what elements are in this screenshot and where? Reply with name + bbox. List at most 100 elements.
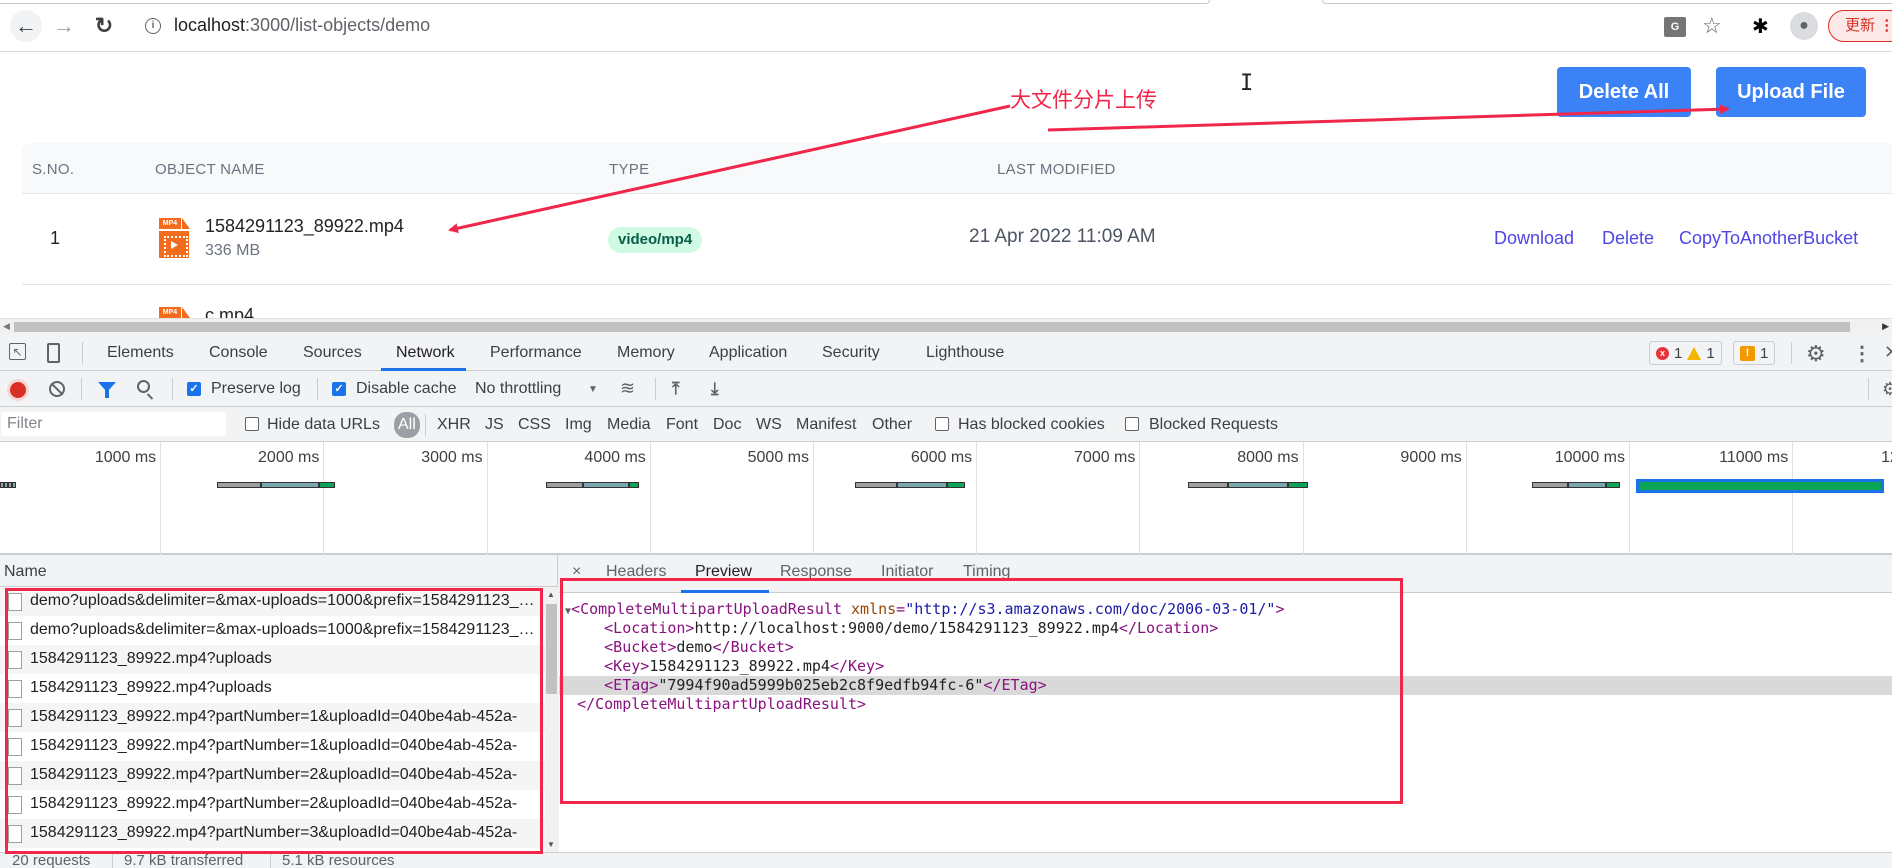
divider xyxy=(270,853,271,868)
chevron-down-icon[interactable]: ▼ xyxy=(588,384,598,395)
type-filter-manifest[interactable]: Manifest xyxy=(796,416,856,434)
object-name: 1584291123_89922.mp4 xyxy=(205,216,404,236)
scroll-right-arrow-icon[interactable]: ▶ xyxy=(1882,321,1889,332)
xml-key: <Key>1584291123_89922.mp4</Key> xyxy=(604,657,885,675)
type-filter-other[interactable]: Other xyxy=(872,416,912,434)
hide-data-urls-checkbox[interactable] xyxy=(245,417,259,431)
tab-application[interactable]: Application xyxy=(709,344,787,362)
request-row[interactable]: 1584291123_89922.mp4?partNumber=2&upload… xyxy=(0,761,545,790)
request-row[interactable]: 1584291123_89922.mp4?uploads xyxy=(0,674,545,703)
tab-lighthouse[interactable]: Lighthouse xyxy=(926,344,1004,362)
tab-network[interactable]: Network xyxy=(396,344,455,362)
translate-icon[interactable]: G xyxy=(1664,17,1686,37)
type-filter-all[interactable]: All xyxy=(394,412,420,438)
network-settings-gear-icon[interactable]: ⚙ xyxy=(1882,379,1892,400)
console-counts-button[interactable]: x1 1 xyxy=(1649,341,1722,365)
profile-avatar-icon[interactable]: ● xyxy=(1790,12,1818,40)
more-options-icon[interactable]: ⋮ xyxy=(1852,341,1872,366)
tab-initiator[interactable]: Initiator xyxy=(881,563,933,581)
download-link[interactable]: Download xyxy=(1494,228,1574,249)
tab-timing[interactable]: Timing xyxy=(963,563,1010,581)
blocked-requests-checkbox[interactable] xyxy=(1125,417,1139,431)
disable-cache-checkbox[interactable]: ✓ xyxy=(332,382,346,396)
scrollbar-thumb[interactable] xyxy=(14,322,1850,332)
timeline-tick-label: 12000 ms xyxy=(1881,449,1892,466)
issues-button[interactable]: ! 1 xyxy=(1733,341,1776,365)
filter-icon[interactable] xyxy=(98,382,116,398)
page-horizontal-scrollbar[interactable]: ◀ ▶ xyxy=(0,318,1892,334)
tab-sources[interactable]: Sources xyxy=(303,344,362,362)
export-har-icon[interactable]: ⤓ xyxy=(711,379,719,399)
request-row[interactable]: 1584291123_89922.mp4?partNumber=1&upload… xyxy=(0,732,545,761)
type-filter-ws[interactable]: WS xyxy=(756,416,782,434)
file-icon-tag: MP4 xyxy=(159,307,181,318)
timeline-gridline xyxy=(649,442,651,555)
close-detail-icon[interactable]: × xyxy=(572,563,581,581)
request-name: 1584291123_89922.mp4?partNumber=2&upload… xyxy=(30,795,518,812)
scroll-down-arrow-icon[interactable]: ▼ xyxy=(547,840,555,849)
type-filter-doc[interactable]: Doc xyxy=(713,416,741,434)
scroll-up-arrow-icon[interactable]: ▲ xyxy=(547,590,555,599)
network-conditions-icon[interactable]: ≋ xyxy=(620,378,635,399)
copy-to-another-bucket-link[interactable]: CopyToAnotherBucket xyxy=(1679,228,1858,249)
divider xyxy=(82,342,83,364)
tab-memory[interactable]: Memory xyxy=(617,344,675,362)
site-info-icon[interactable]: i xyxy=(145,18,161,34)
tab-elements[interactable]: Elements xyxy=(107,344,174,362)
request-row[interactable]: 1584291123_89922.mp4?partNumber=1&upload… xyxy=(0,703,545,732)
network-status-bar: 20 requests 9.7 kB transferred 5.1 kB re… xyxy=(0,852,1892,868)
request-name: 1584291123_89922.mp4?uploads xyxy=(30,679,272,696)
request-list-scrollbar[interactable]: ▲ ▼ xyxy=(545,587,558,852)
timeline-segment-wait xyxy=(855,482,897,488)
delete-all-button[interactable]: Delete All xyxy=(1557,67,1691,117)
settings-gear-icon[interactable]: ⚙ xyxy=(1806,341,1826,367)
xml-etag-value: "7994f90ad5999b025eb2c8f9edfb94fc-6" xyxy=(658,676,984,694)
xml-root-open[interactable]: ▼<CompleteMultipartUploadResult xmlns="h… xyxy=(559,600,1892,619)
tab-preview[interactable]: Preview xyxy=(695,563,752,581)
request-row[interactable]: 1584291123_89922.mp4?partNumber=3&upload… xyxy=(0,819,545,848)
column-header-type: TYPE xyxy=(609,161,650,178)
bookmark-star-icon[interactable]: ☆ xyxy=(1702,13,1722,38)
request-row[interactable]: demo?uploads&delimiter=&max-uploads=1000… xyxy=(0,616,545,645)
filter-input[interactable] xyxy=(1,412,226,436)
type-filter-css[interactable]: CSS xyxy=(518,416,551,434)
device-toolbar-icon[interactable] xyxy=(47,343,60,363)
tab-security[interactable]: Security xyxy=(822,344,880,362)
tab-headers[interactable]: Headers xyxy=(606,563,666,581)
update-button[interactable]: 更新 ⋮ xyxy=(1828,10,1892,42)
address-bar[interactable]: localhost:3000/list-objects/demo xyxy=(174,15,430,36)
upload-file-button[interactable]: Upload File xyxy=(1716,67,1866,117)
close-devtools-icon[interactable]: ✕ xyxy=(1884,342,1892,363)
inspect-element-icon[interactable]: ↖ xyxy=(9,343,26,360)
reload-button[interactable]: ↻ xyxy=(90,12,118,40)
type-filter-media[interactable]: Media xyxy=(607,416,651,434)
scroll-left-arrow-icon[interactable]: ◀ xyxy=(3,321,10,332)
extensions-puzzle-icon[interactable]: ✱ xyxy=(1752,14,1769,38)
request-row[interactable]: 1584291123_89922.mp4?partNumber=2&upload… xyxy=(0,790,545,819)
type-filter-xhr[interactable]: XHR xyxy=(437,416,471,434)
delete-link[interactable]: Delete xyxy=(1602,228,1654,249)
type-filter-js[interactable]: JS xyxy=(485,416,504,434)
type-filter-img[interactable]: Img xyxy=(565,416,592,434)
search-icon[interactable] xyxy=(137,380,150,393)
network-timeline-overview[interactable]: 1000 ms 2000 ms 3000 ms 4000 ms 5000 ms 6000 … xyxy=(0,442,1892,555)
request-row[interactable]: demo?uploads&delimiter=&max-uploads=1000… xyxy=(0,587,545,616)
timeline-selected-request-bar[interactable] xyxy=(1636,479,1884,493)
has-blocked-cookies-checkbox[interactable] xyxy=(935,417,949,431)
type-filter-font[interactable]: Font xyxy=(666,416,698,434)
throttling-select[interactable]: No throttling xyxy=(475,380,561,398)
preserve-log-checkbox[interactable]: ✓ xyxy=(187,382,201,396)
forward-button[interactable]: → xyxy=(50,12,78,40)
tab-response[interactable]: Response xyxy=(780,563,852,581)
import-har-icon[interactable]: ⤒ xyxy=(672,379,680,399)
tab-performance[interactable]: Performance xyxy=(490,344,582,362)
record-icon[interactable] xyxy=(10,382,26,398)
clear-icon[interactable] xyxy=(49,381,65,397)
scrollbar-thumb[interactable] xyxy=(546,604,557,694)
back-button[interactable]: ← xyxy=(10,10,42,42)
request-row[interactable]: 1584291123_89922.mp4?uploads xyxy=(0,645,545,674)
file-icon-tag: MP4 xyxy=(159,218,181,229)
name-column-header[interactable]: Name xyxy=(4,563,47,581)
tab-console[interactable]: Console xyxy=(209,344,268,362)
collapse-triangle-icon[interactable]: ▼ xyxy=(559,606,571,617)
